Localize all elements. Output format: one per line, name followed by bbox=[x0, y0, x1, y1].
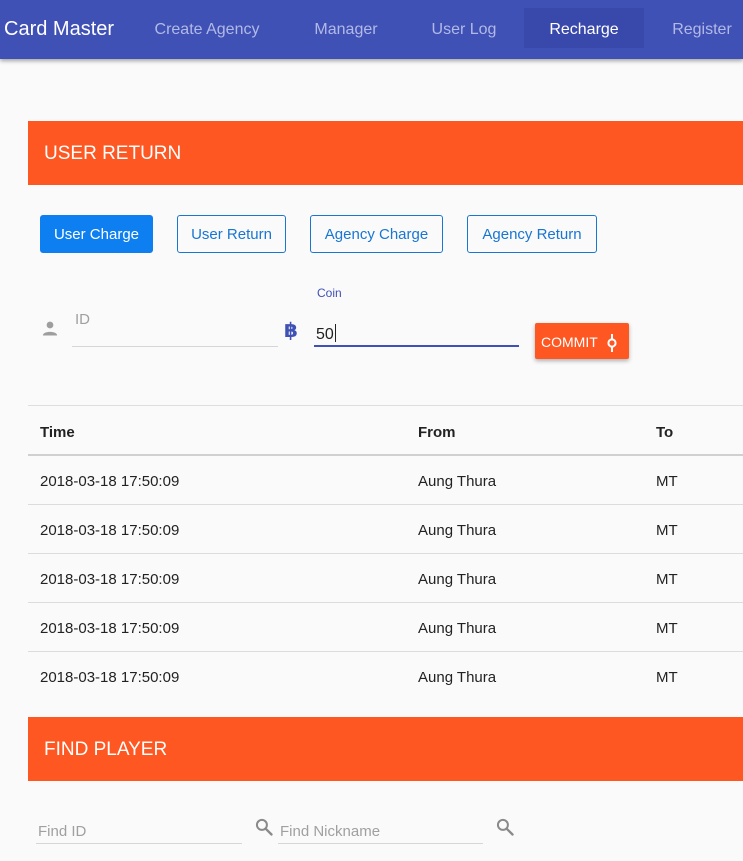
user-return-button[interactable]: User Return bbox=[177, 215, 286, 253]
coin-label: Coin bbox=[317, 286, 342, 300]
cell-from: Aung Thura bbox=[418, 571, 497, 588]
table-header: Time From To bbox=[28, 406, 743, 456]
nav-item-user-log[interactable]: User Log bbox=[414, 8, 514, 48]
cell-to: MT bbox=[656, 669, 678, 686]
column-header-from[interactable]: From bbox=[418, 424, 456, 441]
person-icon bbox=[42, 321, 58, 336]
table-row[interactable]: 2018-03-18 17:50:09 Aung Thura MT bbox=[28, 456, 743, 505]
nav-item-recharge[interactable]: Recharge bbox=[524, 8, 644, 48]
bitcoin-icon: ฿ bbox=[284, 320, 298, 342]
find-id-input[interactable]: Find ID bbox=[36, 816, 242, 844]
commit-button[interactable]: COMMIT bbox=[535, 323, 629, 359]
find-nickname-input[interactable]: Find Nickname bbox=[278, 816, 483, 844]
find-id-placeholder: Find ID bbox=[38, 823, 87, 840]
commit-label: COMMIT bbox=[541, 334, 598, 350]
cell-from: Aung Thura bbox=[418, 620, 497, 637]
cell-to: MT bbox=[656, 473, 678, 490]
cell-time: 2018-03-18 17:50:09 bbox=[40, 473, 180, 490]
table-row[interactable]: 2018-03-18 17:50:09 Aung Thura MT bbox=[28, 652, 743, 701]
user-charge-button[interactable]: User Charge bbox=[40, 215, 153, 253]
table-row[interactable]: 2018-03-18 17:50:09 Aung Thura MT bbox=[28, 603, 743, 652]
agency-return-button[interactable]: Agency Return bbox=[467, 215, 597, 253]
find-player-header: FIND PLAYER bbox=[28, 717, 743, 781]
table-row[interactable]: 2018-03-18 17:50:09 Aung Thura MT bbox=[28, 554, 743, 603]
nav-item-manager[interactable]: Manager bbox=[296, 8, 396, 48]
commit-icon bbox=[607, 334, 617, 352]
cell-time: 2018-03-18 17:50:09 bbox=[40, 669, 180, 686]
cell-time: 2018-03-18 17:50:09 bbox=[40, 620, 180, 637]
text-caret bbox=[334, 324, 336, 342]
search-icon[interactable] bbox=[495, 817, 515, 837]
app-brand[interactable]: Card Master bbox=[4, 18, 114, 41]
cell-from: Aung Thura bbox=[418, 473, 497, 490]
find-nickname-placeholder: Find Nickname bbox=[280, 823, 381, 840]
agency-charge-button[interactable]: Agency Charge bbox=[310, 215, 443, 253]
id-input[interactable]: ID bbox=[72, 306, 278, 347]
coin-value: 50 bbox=[316, 326, 334, 343]
search-icon[interactable] bbox=[254, 817, 274, 837]
recharge-log-table: Time From To 2018-03-18 17:50:09 Aung Th… bbox=[28, 405, 743, 701]
column-header-to[interactable]: To bbox=[656, 424, 673, 441]
top-navbar: Card Master Create Agency Manager User L… bbox=[0, 0, 743, 59]
nav-item-register[interactable]: Register bbox=[660, 8, 743, 48]
nav-item-create-agency[interactable]: Create Agency bbox=[140, 8, 274, 48]
user-return-header: USER RETURN bbox=[28, 121, 743, 185]
cell-from: Aung Thura bbox=[418, 522, 497, 539]
cell-from: Aung Thura bbox=[418, 669, 497, 686]
coin-input[interactable]: 50 bbox=[314, 318, 519, 347]
cell-to: MT bbox=[656, 522, 678, 539]
table-row[interactable]: 2018-03-18 17:50:09 Aung Thura MT bbox=[28, 505, 743, 554]
column-header-time[interactable]: Time bbox=[40, 424, 75, 441]
cell-time: 2018-03-18 17:50:09 bbox=[40, 571, 180, 588]
cell-to: MT bbox=[656, 571, 678, 588]
cell-to: MT bbox=[656, 620, 678, 637]
cell-time: 2018-03-18 17:50:09 bbox=[40, 522, 180, 539]
coin-value-wrap: 50 bbox=[316, 324, 336, 344]
id-placeholder: ID bbox=[75, 311, 90, 328]
